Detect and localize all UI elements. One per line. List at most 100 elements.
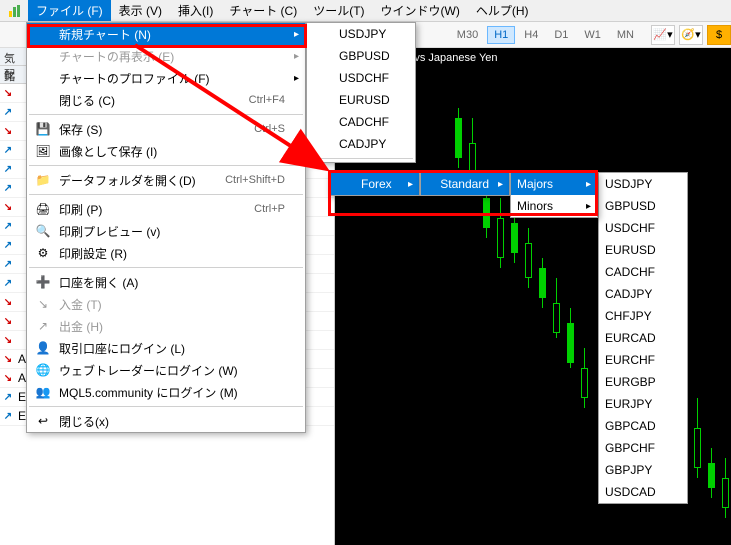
file-menu-item[interactable]: ↩閉じる(x) xyxy=(27,410,305,432)
menu-item-label: USDJPY xyxy=(339,27,395,41)
menu-item-label: GBPCHF xyxy=(605,441,667,455)
majors-symbol-item[interactable]: GBPUSD xyxy=(599,195,687,217)
menu-chart[interactable]: チャート (C) xyxy=(221,0,305,21)
file-menu-item[interactable]: ⚙印刷設定 (R) xyxy=(27,242,305,264)
symbol-menu-item[interactable]: EURUSD xyxy=(307,89,415,111)
menu-item-label: 保存 (S) xyxy=(59,121,234,138)
majors-symbol-item[interactable]: EURCHF xyxy=(599,349,687,371)
majors-symbol-item[interactable]: GBPCHF xyxy=(599,437,687,459)
file-menu-item[interactable]: チャートのプロファイル (F)▸ xyxy=(27,67,305,89)
majors-symbol-item[interactable]: EURJPY xyxy=(599,393,687,415)
menu-tools[interactable]: ツール(T) xyxy=(305,0,372,21)
timeframe-w1[interactable]: W1 xyxy=(577,26,608,44)
trend-arrow-icon: ↘ xyxy=(0,373,16,384)
menu-item-shortcut: Ctrl+S xyxy=(254,123,285,135)
timeframe-m30[interactable]: M30 xyxy=(450,26,485,44)
menu-item-label: MQL5.community にログイン (M) xyxy=(59,384,285,401)
menu-item-icon: 💾 xyxy=(33,122,53,136)
minors-menu-item[interactable]: Minors▸ xyxy=(511,195,597,217)
menu-item-icon: ⚙ xyxy=(33,246,53,260)
menu-window[interactable]: ウインドウ(W) xyxy=(373,0,468,21)
symbol-menu-item[interactable]: USDCHF xyxy=(307,67,415,89)
menu-view[interactable]: 表示 (V) xyxy=(111,0,170,21)
menu-item-icon: 🖼 xyxy=(33,144,53,158)
menu-item-icon: ↩ xyxy=(33,414,53,428)
forex-dropdown: Forex▸ xyxy=(328,172,420,196)
menu-file[interactable]: ファイル (F) xyxy=(28,0,111,21)
majors-symbol-item[interactable]: USDJPY xyxy=(599,173,687,195)
file-menu-item[interactable]: 🔍印刷プレビュー (v) xyxy=(27,220,305,242)
file-menu-item[interactable]: 📁データフォルダを開く(D)Ctrl+Shift+D xyxy=(27,169,305,191)
trend-arrow-icon: ↗ xyxy=(0,183,16,194)
majors-symbol-item[interactable]: GBPJPY xyxy=(599,459,687,481)
majors-symbol-item[interactable]: CADJPY xyxy=(599,283,687,305)
submenu-arrow-icon: ▸ xyxy=(586,201,591,212)
trend-arrow-icon: ↘ xyxy=(0,335,16,346)
majors-symbol-item[interactable]: EURCAD xyxy=(599,327,687,349)
symbol-menu-item[interactable]: GBPUSD xyxy=(307,45,415,67)
file-menu-item[interactable]: ➕口座を開く (A) xyxy=(27,271,305,293)
app-icon xyxy=(8,3,24,19)
majors-symbol-item[interactable]: USDCHF xyxy=(599,217,687,239)
trend-arrow-icon: ↘ xyxy=(0,202,16,213)
menu-item-label: 新規チャート (N) xyxy=(59,26,285,43)
symbol-menu-item[interactable]: USDJPY xyxy=(307,23,415,45)
menu-item-label: USDCHF xyxy=(605,221,667,235)
submenu-arrow-icon: ▸ xyxy=(498,179,503,190)
symbol-menu-item[interactable]: CADCHF xyxy=(307,111,415,133)
menu-item-label: EURUSD xyxy=(339,93,395,107)
menu-item-label: CADJPY xyxy=(605,287,667,301)
timeframe-h1[interactable]: H1 xyxy=(487,26,515,44)
menu-help[interactable]: ヘルプ(H) xyxy=(468,0,537,21)
menu-item-label: Standard xyxy=(440,177,489,191)
timeframe-d1[interactable]: D1 xyxy=(547,26,575,44)
menu-item-icon: ↗ xyxy=(33,319,53,333)
menu-item-label: EURGBP xyxy=(605,375,667,389)
menu-item-label: チャートのプロファイル (F) xyxy=(59,70,285,87)
majors-symbol-item[interactable]: CHFJPY xyxy=(599,305,687,327)
menu-insert[interactable]: 挿入(I) xyxy=(170,0,221,21)
menu-item-label: CADCHF xyxy=(605,265,667,279)
trend-arrow-icon: ↘ xyxy=(0,354,16,365)
file-menu-item[interactable]: 👥MQL5.community にログイン (M) xyxy=(27,381,305,403)
menu-item-label: EURCHF xyxy=(605,353,667,367)
menu-item-label: GBPUSD xyxy=(605,199,667,213)
file-menu-item[interactable]: 閉じる (C)Ctrl+F4 xyxy=(27,89,305,111)
menubar: ファイル (F) 表示 (V) 挿入(I) チャート (C) ツール(T) ウイ… xyxy=(0,0,731,22)
symbol-menu-item[interactable]: CADJPY xyxy=(307,133,415,155)
file-menu-item[interactable]: 👤取引口座にログイン (L) xyxy=(27,337,305,359)
file-menu-item[interactable]: 💾 保存 (S) Ctrl+S xyxy=(27,118,305,140)
alert-icon[interactable]: $ xyxy=(707,25,731,45)
menu-item-icon: 🌐 xyxy=(33,363,53,377)
majors-symbol-item[interactable]: GBPCAD xyxy=(599,415,687,437)
trend-arrow-icon: ↘ xyxy=(0,126,16,137)
majors-symbol-item[interactable]: EURGBP xyxy=(599,371,687,393)
file-menu-item[interactable]: 🖼画像として保存 (I) xyxy=(27,140,305,162)
trend-arrow-icon: ↗ xyxy=(0,221,16,232)
trend-arrow-icon: ↗ xyxy=(0,411,16,422)
menu-item-label: 出金 (H) xyxy=(59,318,285,335)
submenu-arrow-icon: ▸ xyxy=(586,179,591,190)
file-dropdown: 新規チャート (N)▸チャートの再表示 (E)▸チャートのプロファイル (F)▸… xyxy=(26,22,306,433)
file-menu-item[interactable]: 新規チャート (N)▸ xyxy=(27,23,305,45)
timeframe-h4[interactable]: H4 xyxy=(517,26,545,44)
menu-item-label: CADJPY xyxy=(339,137,395,151)
file-menu-item[interactable]: 🖨印刷 (P)Ctrl+P xyxy=(27,198,305,220)
standard-menu-item[interactable]: Standard ▸ xyxy=(421,173,509,195)
menu-item-label: CHFJPY xyxy=(605,309,667,323)
timeframe-mn[interactable]: MN xyxy=(610,26,641,44)
forex-menu-item[interactable]: Forex▸ xyxy=(329,173,419,195)
chart-line-icon[interactable]: 📈▾ xyxy=(651,25,675,45)
menu-item-shortcut: Ctrl+Shift+D xyxy=(225,174,285,186)
majors-symbol-item[interactable]: EURUSD xyxy=(599,239,687,261)
majors-symbol-item[interactable]: CADCHF xyxy=(599,261,687,283)
standard-dropdown: Standard ▸ xyxy=(420,172,510,196)
menu-item-label: USDJPY xyxy=(605,177,667,191)
file-menu-item: ↘入金 (T) xyxy=(27,293,305,315)
indicator-icon[interactable]: 🧭▾ xyxy=(679,25,703,45)
majors-symbol-item[interactable]: USDCAD xyxy=(599,481,687,503)
file-menu-item[interactable]: 🌐ウェブトレーダーにログイン (W) xyxy=(27,359,305,381)
trend-arrow-icon: ↗ xyxy=(0,164,16,175)
majors-menu-item[interactable]: Majors▸ xyxy=(511,173,597,195)
menu-item-label: 印刷 (P) xyxy=(59,201,234,218)
